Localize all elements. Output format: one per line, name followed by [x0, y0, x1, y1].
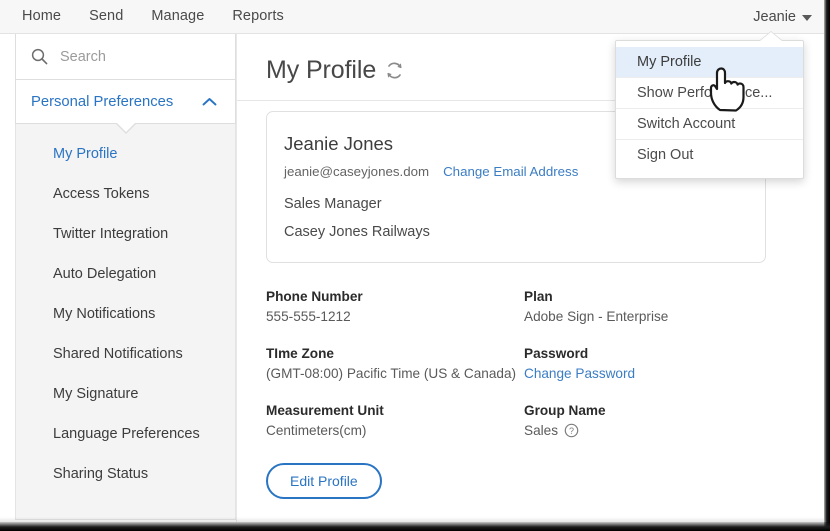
menu-item-my-profile[interactable]: My Profile	[616, 47, 803, 78]
sidebar-item-my-signature[interactable]: My Signature	[16, 374, 235, 414]
detail-label: Plan	[524, 289, 553, 304]
nav-item-manage[interactable]: Manage	[137, 0, 218, 33]
detail-field-phone-number: Phone Number 555-555-1212	[266, 289, 524, 324]
search-icon	[31, 48, 48, 65]
detail-field-time-zone: TIme Zone (GMT-08:00) Pacific Time (US &…	[266, 346, 524, 381]
detail-value: Adobe Sign - Enterprise	[524, 309, 669, 324]
detail-value-row: Sales ?	[524, 423, 824, 438]
search-placeholder: Search	[60, 48, 106, 65]
sidebar-section-notch	[116, 123, 135, 132]
change-password-link[interactable]: Change Password	[524, 366, 824, 381]
sidebar-item-my-notifications[interactable]: My Notifications	[16, 294, 235, 334]
edit-profile-button[interactable]: Edit Profile	[266, 463, 382, 499]
menu-item-switch-account[interactable]: Switch Account	[616, 109, 803, 140]
help-circle-icon[interactable]: ?	[564, 423, 579, 438]
sidebar-item-access-tokens[interactable]: Access Tokens	[16, 174, 235, 214]
user-menu-pointer-icon	[760, 32, 782, 41]
menu-item-show-performance[interactable]: Show Performance...	[616, 78, 803, 109]
user-menu-trigger[interactable]: Jeanie	[753, 0, 812, 33]
detail-value: 555-555-1212	[266, 309, 351, 324]
change-email-address-link[interactable]: Change Email Address	[443, 164, 578, 179]
refresh-icon[interactable]	[385, 61, 404, 80]
profile-role: Sales Manager	[284, 196, 382, 212]
menu-item-sign-out[interactable]: Sign Out	[616, 140, 803, 170]
nav-item-send[interactable]: Send	[75, 0, 137, 33]
detail-label: TIme Zone	[266, 346, 334, 361]
window-bottom-border	[0, 522, 830, 531]
detail-label: Group Name	[524, 403, 606, 418]
detail-field-plan: Plan Adobe Sign - Enterprise	[524, 289, 824, 324]
sidebar-item-list: My Profile Access Tokens Twitter Integra…	[15, 124, 236, 520]
sidebar-item-my-profile[interactable]: My Profile	[16, 134, 235, 174]
chevron-up-icon[interactable]	[202, 97, 217, 107]
sidebar-item-shared-notifications[interactable]: Shared Notifications	[16, 334, 235, 374]
sidebar-item-auto-delegation[interactable]: Auto Delegation	[16, 254, 235, 294]
detail-label: Measurement Unit	[266, 403, 384, 418]
detail-value: Centimeters(cm)	[266, 423, 367, 438]
detail-field-group-name: Group Name Sales ?	[524, 403, 824, 438]
sidebar-section-label: Personal Preferences	[31, 93, 174, 110]
window-right-border	[824, 0, 830, 531]
group-name-value: Sales	[524, 423, 559, 438]
app-window: Home Send Manage Reports Jeanie My Profi…	[0, 0, 830, 531]
profile-email: jeanie@caseyjones.dom	[284, 164, 430, 179]
page-title: My Profile	[266, 56, 377, 84]
caret-down-icon	[802, 14, 812, 21]
user-menu-label: Jeanie	[753, 8, 796, 25]
detail-value: (GMT-08:00) Pacific Time (US & Canada)	[266, 366, 517, 381]
top-navigation-bar: Home Send Manage Reports Jeanie	[0, 0, 824, 34]
nav-item-reports[interactable]: Reports	[218, 0, 297, 33]
sidebar-item-twitter-integration[interactable]: Twitter Integration	[16, 214, 235, 254]
detail-field-password: Password Change Password	[524, 346, 824, 381]
detail-label: Phone Number	[266, 289, 363, 304]
nav-item-home[interactable]: Home	[8, 0, 75, 33]
profile-company: Casey Jones Railways	[284, 224, 430, 240]
sidebar: Search Personal Preferences My Profile A…	[15, 34, 236, 522]
svg-text:?: ?	[569, 426, 574, 436]
search-input[interactable]: Search	[15, 34, 236, 80]
detail-field-measurement-unit: Measurement Unit Centimeters(cm)	[266, 403, 524, 438]
sidebar-item-language-preferences[interactable]: Language Preferences	[16, 414, 235, 454]
top-nav-links: Home Send Manage Reports	[8, 0, 298, 33]
profile-details-grid: Phone Number 555-555-1212 Plan Adobe Sig…	[266, 289, 824, 438]
sidebar-item-sharing-status[interactable]: Sharing Status	[16, 454, 235, 494]
sidebar-section-personal-preferences[interactable]: Personal Preferences	[15, 80, 236, 134]
detail-label: Password	[524, 346, 589, 361]
user-dropdown-menu: My Profile Show Performance... Switch Ac…	[615, 40, 804, 179]
